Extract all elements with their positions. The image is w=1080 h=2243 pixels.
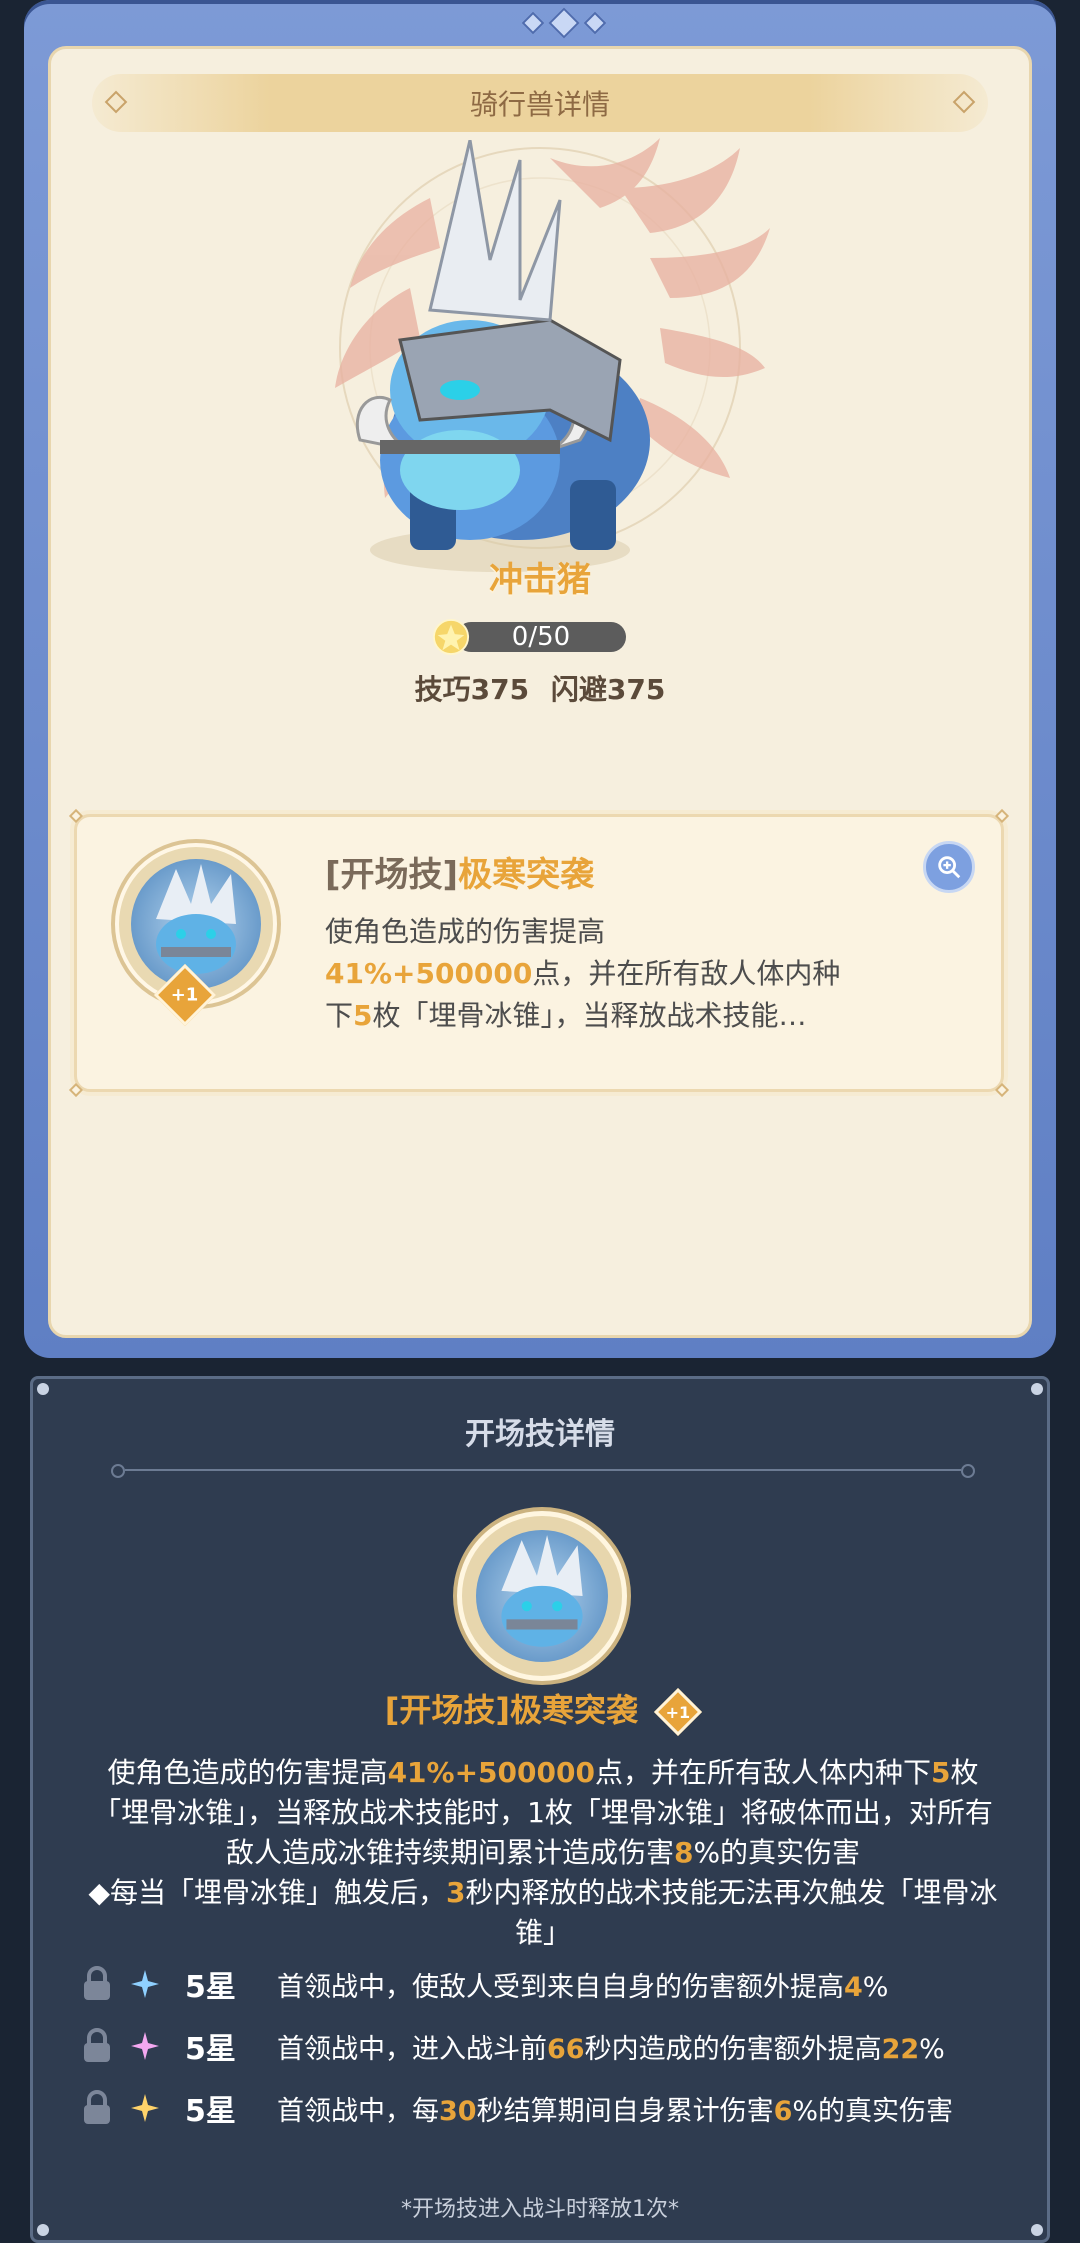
diamond-ornament-icon — [104, 90, 128, 114]
diamond-ornament-icon — [952, 90, 976, 114]
sparkle-icon — [131, 2094, 159, 2122]
skill-detail-skill-title: [开场技]极寒突袭 +1 — [33, 1685, 1047, 1737]
magnifier-icon — [938, 856, 961, 879]
ice-beast-head-icon — [501, 1535, 583, 1647]
frame-gems — [516, 7, 612, 39]
skill-detail-title: 开场技详情 — [465, 1417, 615, 1452]
skill-detail-description: 使角色造成的伤害提高41%+500000点，并在所有敌人体内种下5枚「埋骨冰锥」… — [88, 1756, 998, 1949]
skill-detail-panel: 开场技详情 [开场技]极寒突袭 +1 使角色造成的伤害提高41%+500000点… — [30, 1376, 1050, 2243]
lock-icon — [84, 1966, 110, 2000]
stat-skill: 技巧375 — [414, 673, 530, 706]
star-bonus-text: 首领战中，每30秒结算期间自身累计伤害6%的真实伤害 — [277, 2095, 954, 2127]
skill-description: 使角色造成的伤害提高 41%+500000点，并在所有敌人体内种 下5枚「埋骨冰… — [325, 915, 841, 1032]
plus-one-badge: +1 — [654, 1687, 703, 1737]
skill-icon: +1 — [115, 843, 277, 1027]
skill-title: [开场技]极寒突袭 — [325, 855, 595, 895]
gem-icon — [521, 11, 545, 35]
progress-text: 0/50 — [511, 622, 571, 652]
sparkle-icon — [131, 1970, 159, 1998]
star-level: 5星 — [185, 2032, 236, 2067]
title-divider — [111, 1464, 975, 1478]
lock-icon — [84, 2028, 110, 2062]
rivet-icon — [37, 1383, 49, 1395]
progress-track: 0/50 — [456, 622, 626, 652]
footnote: *开场技进入战斗时释放1次* — [401, 2197, 679, 2222]
gem-icon — [583, 11, 607, 35]
star-bonus-text: 首领战中，进入战斗前66秒内造成的伤害额外提高22% — [277, 2033, 945, 2065]
skill-card[interactable]: +1 [开场技]极寒突袭 使角色造成的伤害提高 41%+500000点，并在所有… — [68, 808, 1010, 1098]
stat-dodge: 闪避375 — [550, 673, 666, 706]
star-bonus-row: 5星 首领战中，每30秒结算期间自身累计伤害6%的真实伤害 — [81, 2083, 1021, 2133]
rivet-icon — [1031, 2224, 1043, 2236]
lock-icon — [84, 2090, 110, 2124]
star-level: 5星 — [185, 1970, 236, 2005]
fragment-progress: 0/50 — [432, 616, 628, 658]
star-fragment-icon — [432, 618, 470, 656]
zoom-button[interactable] — [923, 841, 975, 893]
rivet-icon — [1031, 1383, 1043, 1395]
panel-title: 骑行兽详情 — [469, 88, 610, 121]
mount-stats: 技巧375 闪避375 — [0, 668, 1080, 708]
gem-icon — [548, 7, 580, 39]
ice-beast-head-icon — [156, 864, 236, 974]
rivet-icon — [37, 2224, 49, 2236]
star-bonus-row: 5星 首领战中，进入战斗前66秒内造成的伤害额外提高22% — [81, 2021, 1021, 2071]
skill-icon-large — [457, 1511, 627, 1681]
mount-name: 冲击猪 — [489, 560, 591, 600]
star-bonus-text: 首领战中，使敌人受到来自自身的伤害额外提高4% — [277, 1971, 889, 2003]
sparkle-icon — [131, 2032, 159, 2060]
mount-illustration — [355, 140, 650, 572]
star-bonus-row: 5星 首领战中，使敌人受到来自自身的伤害额外提高4% — [81, 1959, 1021, 2009]
star-level: 5星 — [185, 2094, 236, 2129]
